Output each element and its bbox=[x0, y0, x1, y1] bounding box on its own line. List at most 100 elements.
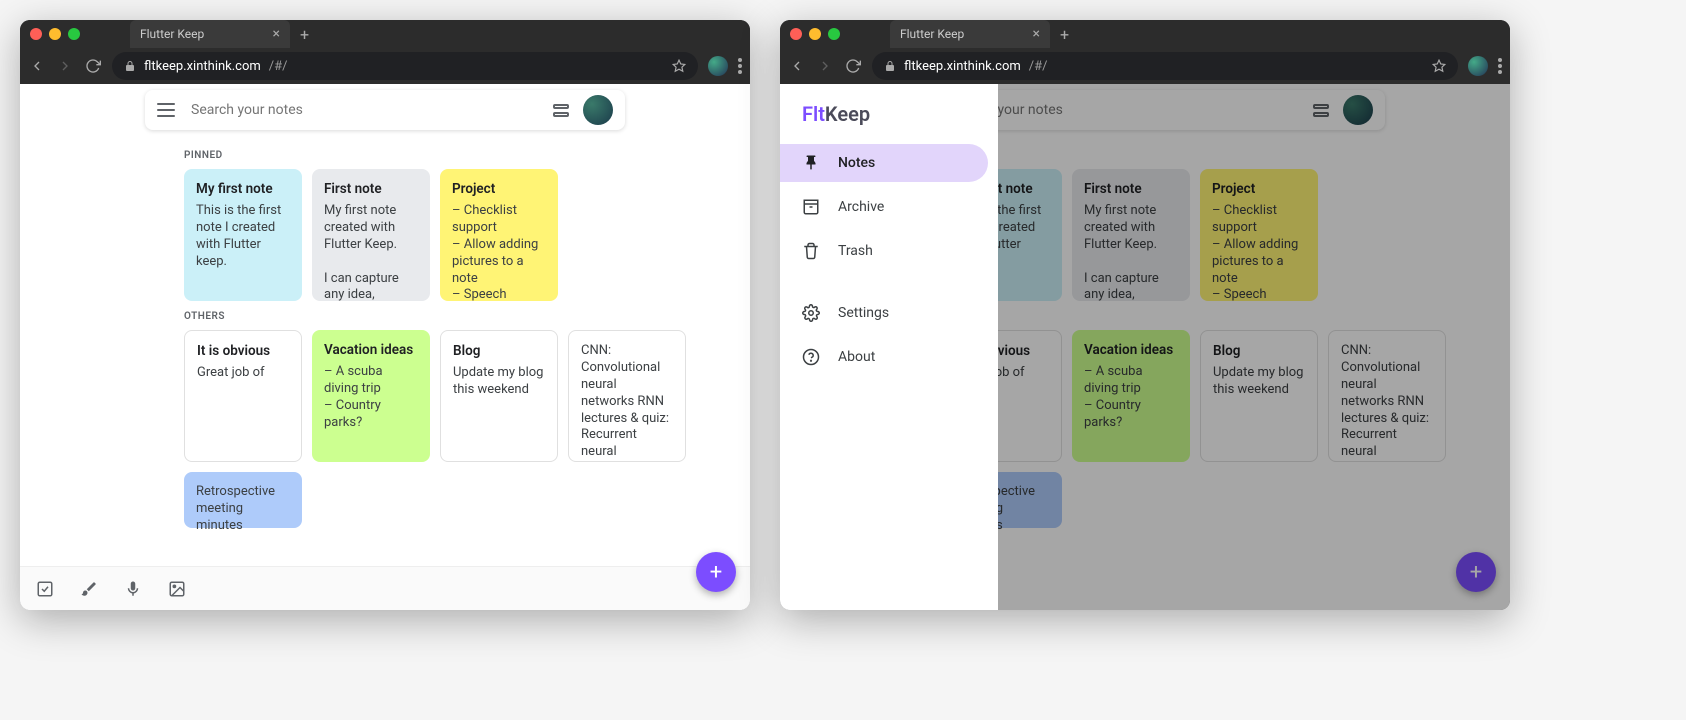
section-pinned-label: PINNED bbox=[184, 150, 750, 161]
url-domain: fltkeep.xinthink.com bbox=[904, 59, 1021, 74]
pin-icon bbox=[802, 154, 820, 172]
window-left: Flutter Keep × + fltkeep.xinthink.com /#/ bbox=[20, 20, 750, 610]
note-title: It is obvious bbox=[197, 343, 289, 359]
maximize-window-button[interactable] bbox=[828, 28, 840, 40]
bookmark-icon[interactable] bbox=[1432, 59, 1446, 73]
note-card[interactable]: Blog Update my blog this weekend bbox=[440, 330, 558, 462]
search-bar bbox=[145, 90, 625, 130]
minimize-window-button[interactable] bbox=[49, 28, 61, 40]
note-card[interactable]: My first note This is the first note I cr… bbox=[184, 169, 302, 301]
reload-button[interactable] bbox=[844, 57, 862, 75]
note-card[interactable]: It is obvious Great job of bbox=[184, 330, 302, 462]
profile-avatar-small[interactable] bbox=[1468, 56, 1488, 76]
app-content: PINNED My first noteThis is the first no… bbox=[780, 84, 1510, 610]
url-path: /#/ bbox=[269, 59, 288, 74]
address-bar: fltkeep.xinthink.com /#/ bbox=[20, 48, 750, 84]
note-title: My first note bbox=[196, 181, 290, 197]
logo-flt: Flt bbox=[802, 102, 825, 126]
drawer-item-label: Notes bbox=[838, 155, 875, 171]
note-body: My first note created with Flutter Keep.… bbox=[324, 203, 418, 301]
drawer-item-label: Settings bbox=[838, 305, 889, 321]
lock-icon bbox=[884, 60, 896, 72]
browser-tab[interactable]: Flutter Keep × bbox=[890, 20, 1050, 48]
add-note-fab[interactable]: + bbox=[696, 552, 736, 592]
url-path: /#/ bbox=[1029, 59, 1048, 74]
close-tab-icon[interactable]: × bbox=[1033, 26, 1040, 42]
back-button[interactable] bbox=[28, 57, 46, 75]
note-body: – Checklist support – Allow adding pictu… bbox=[452, 203, 546, 301]
app-logo: FltKeep bbox=[780, 102, 998, 144]
view-toggle-icon[interactable] bbox=[553, 104, 569, 117]
drawer-footer: Settings About bbox=[780, 294, 998, 382]
note-title: Blog bbox=[453, 343, 545, 359]
drawer-item-notes[interactable]: Notes bbox=[780, 144, 988, 182]
about-icon bbox=[802, 348, 820, 366]
url-field[interactable]: fltkeep.xinthink.com /#/ bbox=[112, 52, 698, 80]
note-card[interactable]: Retrospective meeting minutes bbox=[184, 472, 302, 528]
profile-avatar-small[interactable] bbox=[708, 56, 728, 76]
drawer-items: Notes Archive Trash bbox=[780, 144, 998, 276]
note-title: First note bbox=[324, 181, 418, 197]
back-button[interactable] bbox=[788, 57, 806, 75]
window-right: Flutter Keep × + fltkeep.xinthink.com /#/ bbox=[780, 20, 1510, 610]
notes-area: PINNED My first note This is the first no… bbox=[20, 130, 750, 528]
logo-keep: Keep bbox=[825, 102, 870, 126]
maximize-window-button[interactable] bbox=[68, 28, 80, 40]
note-body: – A scuba diving trip – Country parks? bbox=[324, 364, 418, 432]
menu-icon[interactable] bbox=[157, 103, 175, 117]
close-tab-icon[interactable]: × bbox=[273, 26, 280, 42]
brush-icon[interactable] bbox=[80, 580, 98, 598]
browser-tab[interactable]: Flutter Keep × bbox=[130, 20, 290, 48]
url-domain: fltkeep.xinthink.com bbox=[144, 59, 261, 74]
note-body: This is the first note I created with Fl… bbox=[196, 203, 290, 271]
bookmark-icon[interactable] bbox=[672, 59, 686, 73]
note-title: Vacation ideas bbox=[324, 342, 418, 358]
others-grid: It is obvious Great job of Vacation ideas –… bbox=[184, 330, 750, 528]
drawer-item-label: Archive bbox=[838, 199, 884, 215]
reload-button[interactable] bbox=[84, 57, 102, 75]
nav-drawer: FltKeep Notes Archive Trash Settings About bbox=[780, 84, 998, 610]
titlebar: Flutter Keep × + bbox=[780, 20, 1510, 48]
bottom-toolbar bbox=[20, 566, 750, 610]
drawer-item-about[interactable]: About bbox=[780, 338, 988, 376]
app-content: PINNED My first note This is the first no… bbox=[20, 84, 750, 610]
note-title: Project bbox=[452, 181, 546, 197]
minimize-window-button[interactable] bbox=[809, 28, 821, 40]
note-body: Update my blog this weekend bbox=[453, 365, 545, 399]
section-others-label: OTHERS bbox=[184, 311, 750, 322]
window-controls bbox=[790, 28, 840, 40]
pinned-grid: My first note This is the first note I cr… bbox=[184, 169, 750, 301]
titlebar: Flutter Keep × + bbox=[20, 20, 750, 48]
drawer-item-label: Trash bbox=[838, 243, 873, 259]
close-window-button[interactable] bbox=[790, 28, 802, 40]
tab-title: Flutter Keep bbox=[140, 27, 204, 41]
archive-icon bbox=[802, 198, 820, 216]
note-body: Retrospective meeting minutes bbox=[196, 484, 290, 535]
checkbox-icon[interactable] bbox=[36, 580, 54, 598]
mic-icon[interactable] bbox=[124, 580, 142, 598]
drawer-item-label: About bbox=[838, 349, 875, 365]
image-icon[interactable] bbox=[168, 580, 186, 598]
note-card[interactable]: First note My first note created with Flu… bbox=[312, 169, 430, 301]
url-field[interactable]: fltkeep.xinthink.com /#/ bbox=[872, 52, 1458, 80]
search-input[interactable] bbox=[189, 101, 539, 119]
note-card[interactable]: Vacation ideas – A scuba diving trip – Co… bbox=[312, 330, 430, 462]
drawer-item-trash[interactable]: Trash bbox=[780, 232, 988, 270]
window-controls bbox=[30, 28, 80, 40]
browser-menu-icon[interactable] bbox=[1498, 58, 1502, 74]
note-body: CNN: Convolutional neural networks RNN l… bbox=[581, 343, 673, 462]
close-window-button[interactable] bbox=[30, 28, 42, 40]
browser-menu-icon[interactable] bbox=[738, 58, 742, 74]
drawer-item-archive[interactable]: Archive bbox=[780, 188, 988, 226]
note-body: Great job of bbox=[197, 365, 289, 382]
lock-icon bbox=[124, 60, 136, 72]
new-tab-button[interactable]: + bbox=[1060, 25, 1069, 44]
new-tab-button[interactable]: + bbox=[300, 25, 309, 44]
trash-icon bbox=[802, 242, 820, 260]
note-card[interactable]: CNN: Convolutional neural networks RNN l… bbox=[568, 330, 686, 462]
profile-avatar[interactable] bbox=[583, 95, 613, 125]
forward-button[interactable] bbox=[56, 57, 74, 75]
drawer-item-settings[interactable]: Settings bbox=[780, 294, 988, 332]
forward-button[interactable] bbox=[816, 57, 834, 75]
note-card[interactable]: Project – Checklist support – Allow addin… bbox=[440, 169, 558, 301]
